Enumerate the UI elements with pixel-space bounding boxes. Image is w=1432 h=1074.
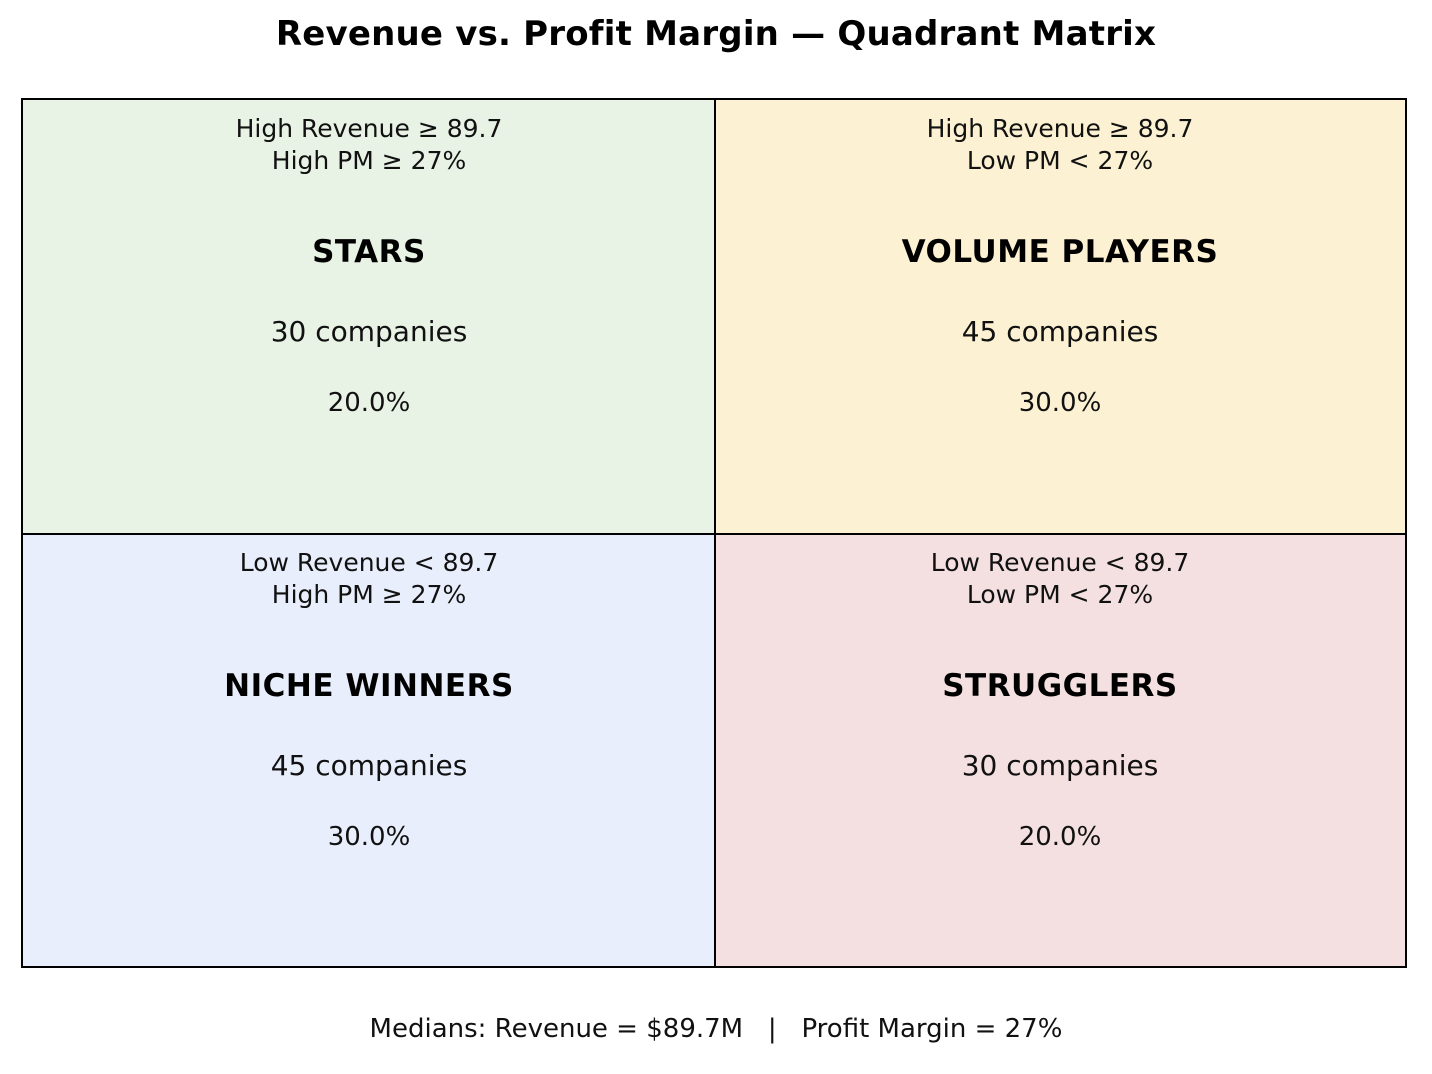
revenue-condition: Low Revenue < 89.7 <box>239 548 499 577</box>
profit-margin-condition: Low PM < 27% <box>966 146 1154 175</box>
quadrant-company-count: 45 companies <box>961 315 1159 348</box>
quadrant-company-count: 45 companies <box>270 749 468 782</box>
diagram-title: Revenue vs. Profit Margin — Quadrant Mat… <box>275 14 1157 54</box>
quadrant-niche-winners: Low Revenue < 89.7 High PM ≥ 27% NICHE W… <box>23 534 715 966</box>
quadrant-name: STARS <box>312 234 426 270</box>
quadrant-company-count: 30 companies <box>270 315 468 348</box>
quadrant-condition: Low Revenue < 89.7 High PM ≥ 27% <box>23 547 715 611</box>
quadrant-matrix: High Revenue ≥ 89.7 High PM ≥ 27% STARS … <box>21 98 1407 968</box>
quadrant-name: STRUGGLERS <box>942 668 1178 704</box>
quadrant-condition: Low Revenue < 89.7 Low PM < 27% <box>715 547 1405 611</box>
quadrant-name: VOLUME PLAYERS <box>901 234 1219 270</box>
quadrant-condition: High Revenue ≥ 89.7 High PM ≥ 27% <box>23 113 715 177</box>
quadrant-percentage: 30.0% <box>327 822 411 852</box>
quadrant-stars: High Revenue ≥ 89.7 High PM ≥ 27% STARS … <box>23 100 715 534</box>
revenue-condition: High Revenue ≥ 89.7 <box>235 114 503 143</box>
profit-margin-condition: High PM ≥ 27% <box>271 580 467 609</box>
revenue-condition: High Revenue ≥ 89.7 <box>926 114 1194 143</box>
quadrant-percentage: 20.0% <box>327 388 411 418</box>
quadrant-percentage: 30.0% <box>1018 388 1102 418</box>
quadrant-percentage: 20.0% <box>1018 822 1102 852</box>
medians-footnote: Medians: Revenue = $89.7M | Profit Margi… <box>369 1014 1063 1044</box>
quadrant-name: NICHE WINNERS <box>224 668 514 704</box>
quadrant-condition: High Revenue ≥ 89.7 Low PM < 27% <box>715 113 1405 177</box>
revenue-condition: Low Revenue < 89.7 <box>930 548 1190 577</box>
horizontal-divider <box>23 533 1405 535</box>
profit-margin-condition: Low PM < 27% <box>966 580 1154 609</box>
profit-margin-condition: High PM ≥ 27% <box>271 146 467 175</box>
quadrant-volume-players: High Revenue ≥ 89.7 Low PM < 27% VOLUME … <box>715 100 1405 534</box>
quadrant-strugglers: Low Revenue < 89.7 Low PM < 27% STRUGGLE… <box>715 534 1405 966</box>
quadrant-company-count: 30 companies <box>961 749 1159 782</box>
